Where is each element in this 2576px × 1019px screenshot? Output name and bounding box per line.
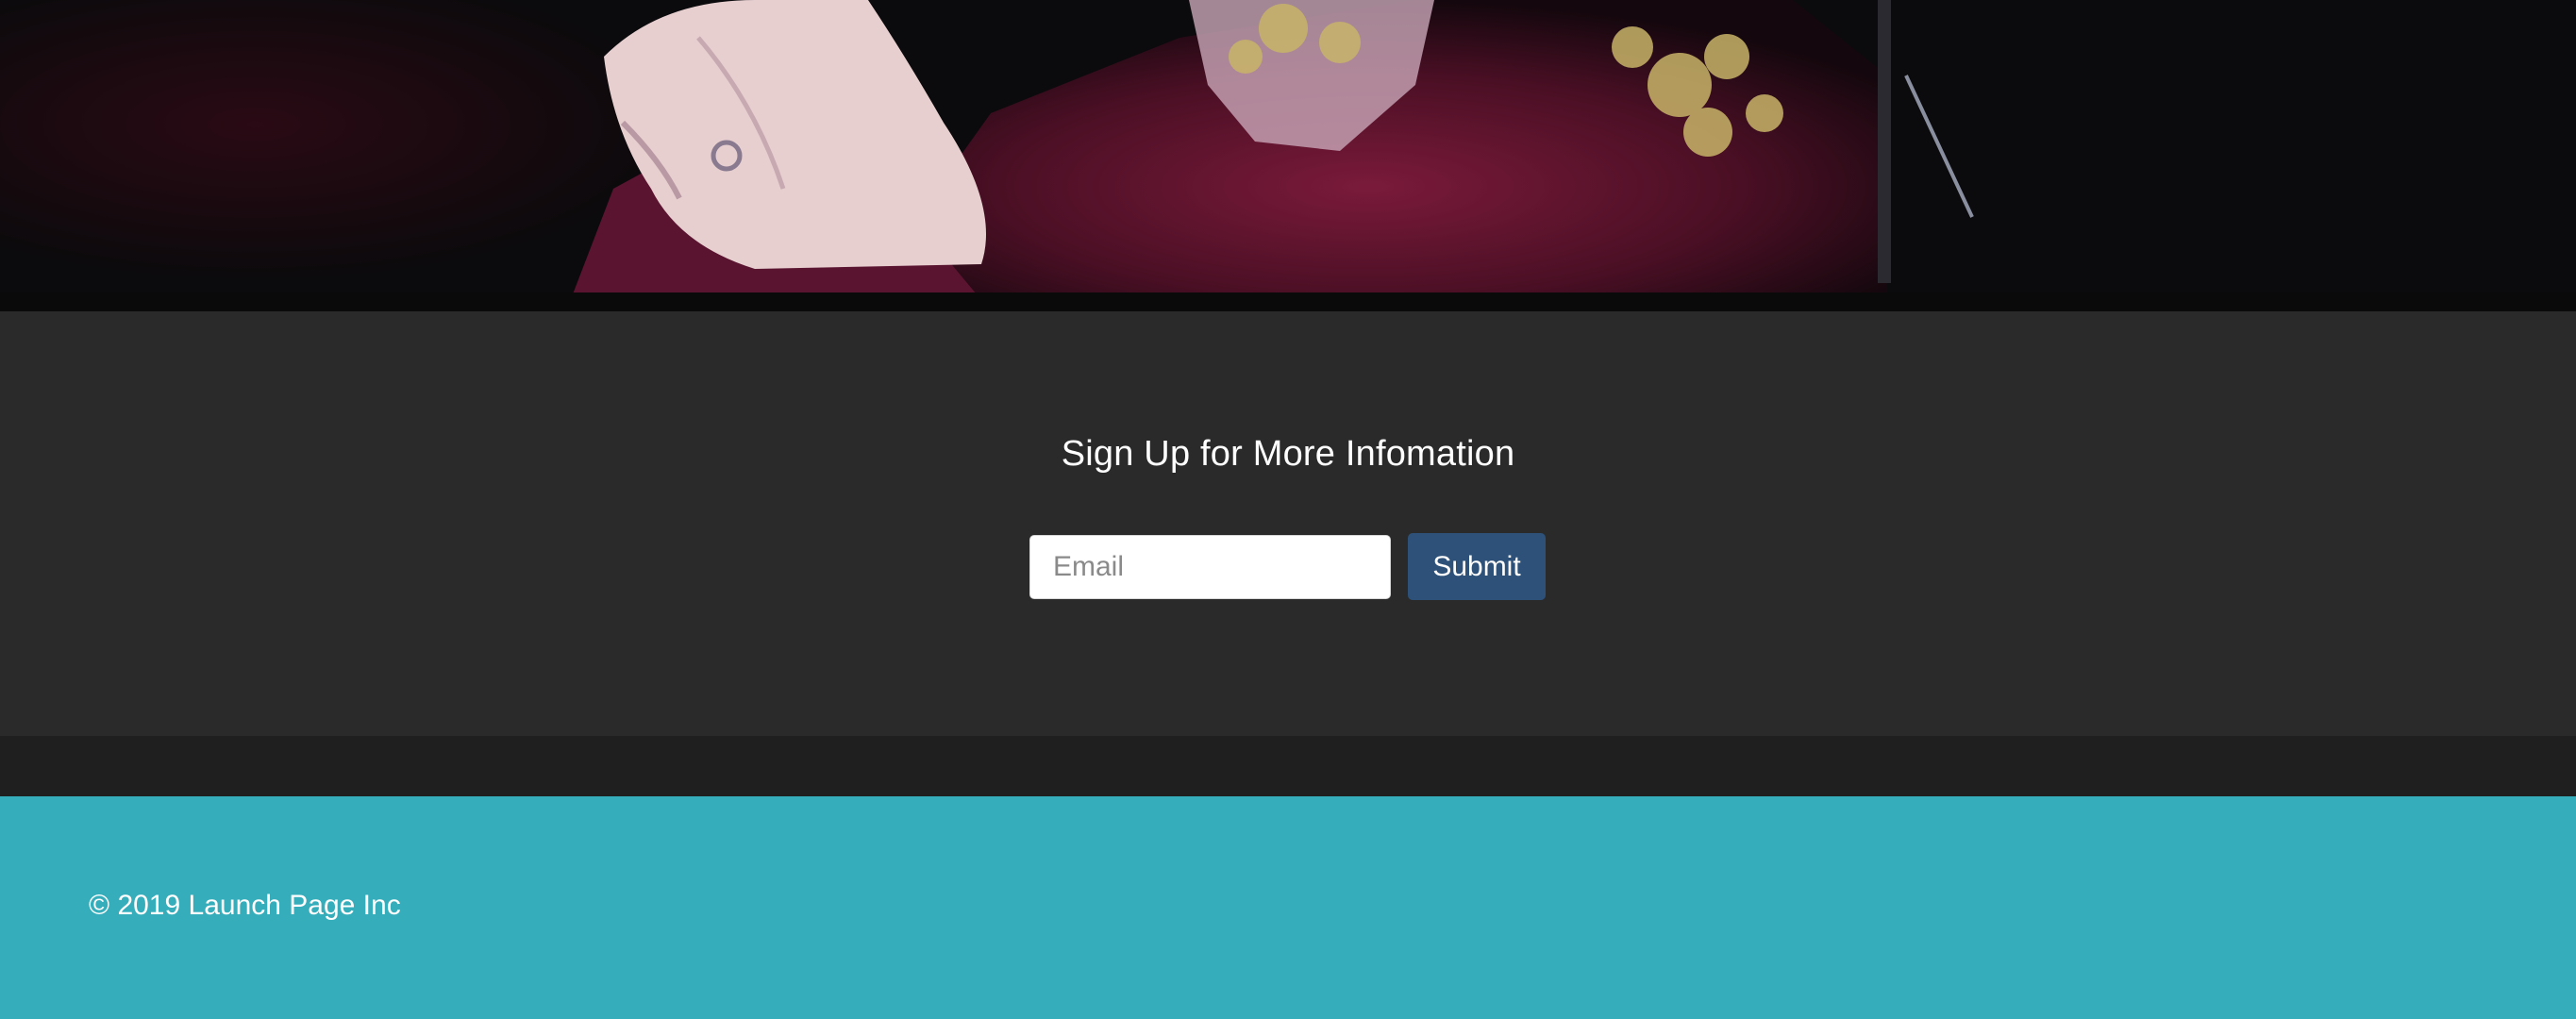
launch-page: Sign Up for More Infomation Submit © 201… (0, 0, 2576, 1019)
email-input[interactable] (1029, 534, 1391, 599)
copyright-text: © 2019 Launch Page Inc (89, 890, 401, 921)
photo-still-icon (0, 0, 2576, 311)
hero-image (0, 0, 2576, 311)
signup-title: Sign Up for More Infomation (1061, 434, 1515, 474)
signup-form: Submit (1029, 533, 1546, 600)
footer: © 2019 Launch Page Inc (0, 796, 2576, 1019)
signup-section: Sign Up for More Infomation Submit (0, 311, 2576, 736)
submit-button[interactable]: Submit (1408, 533, 1546, 600)
section-divider (0, 736, 2576, 796)
